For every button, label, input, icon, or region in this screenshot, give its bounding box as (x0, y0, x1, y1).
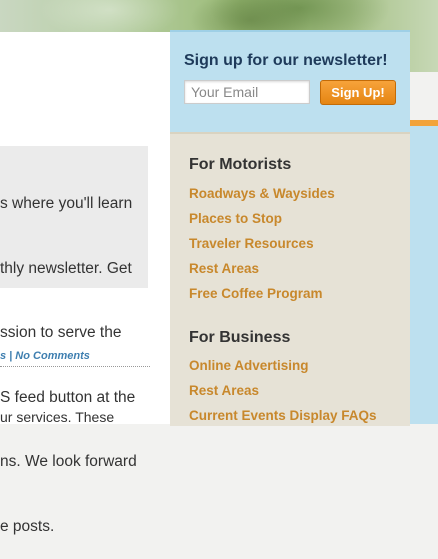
link-business-rest-areas[interactable]: Rest Areas (189, 383, 259, 398)
sidebar: For Motorists Roadways & Waysides Places… (170, 132, 410, 426)
link-free-coffee-program[interactable]: Free Coffee Program (189, 286, 323, 301)
link-online-advertising[interactable]: Online Advertising (189, 358, 309, 373)
intro-line: ssion to serve the (0, 324, 122, 341)
sign-up-button[interactable]: Sign Up! (320, 80, 396, 105)
email-field[interactable] (184, 80, 310, 104)
intro-line: ns. We look forward (0, 453, 137, 470)
link-places-to-stop[interactable]: Places to Stop (189, 211, 282, 226)
section-title-motorists: For Motorists (189, 156, 292, 173)
intro-line: thly newsletter. Get (0, 259, 132, 277)
newsletter-title: Sign up for our newsletter! (184, 52, 388, 69)
link-rest-areas[interactable]: Rest Areas (189, 261, 259, 276)
newsletter-signup: Sign up for our newsletter! Sign Up! (170, 30, 410, 134)
post-meta-link[interactable]: s | No Comments (0, 350, 150, 362)
intro-line: e posts. (0, 517, 55, 535)
intro-line: S feed button at the (0, 388, 136, 406)
section-title-business: For Business (189, 329, 291, 346)
link-roadways-waysides[interactable]: Roadways & Waysides (189, 186, 335, 201)
intro-line: s where you'll learn (0, 195, 133, 212)
link-current-events-faqs[interactable]: Current Events Display FAQs (189, 408, 377, 423)
meta-divider (0, 366, 150, 367)
link-traveler-resources[interactable]: Traveler Resources (189, 236, 314, 251)
body-text: ur services. These (0, 409, 115, 425)
sidebar-edge (410, 126, 438, 424)
